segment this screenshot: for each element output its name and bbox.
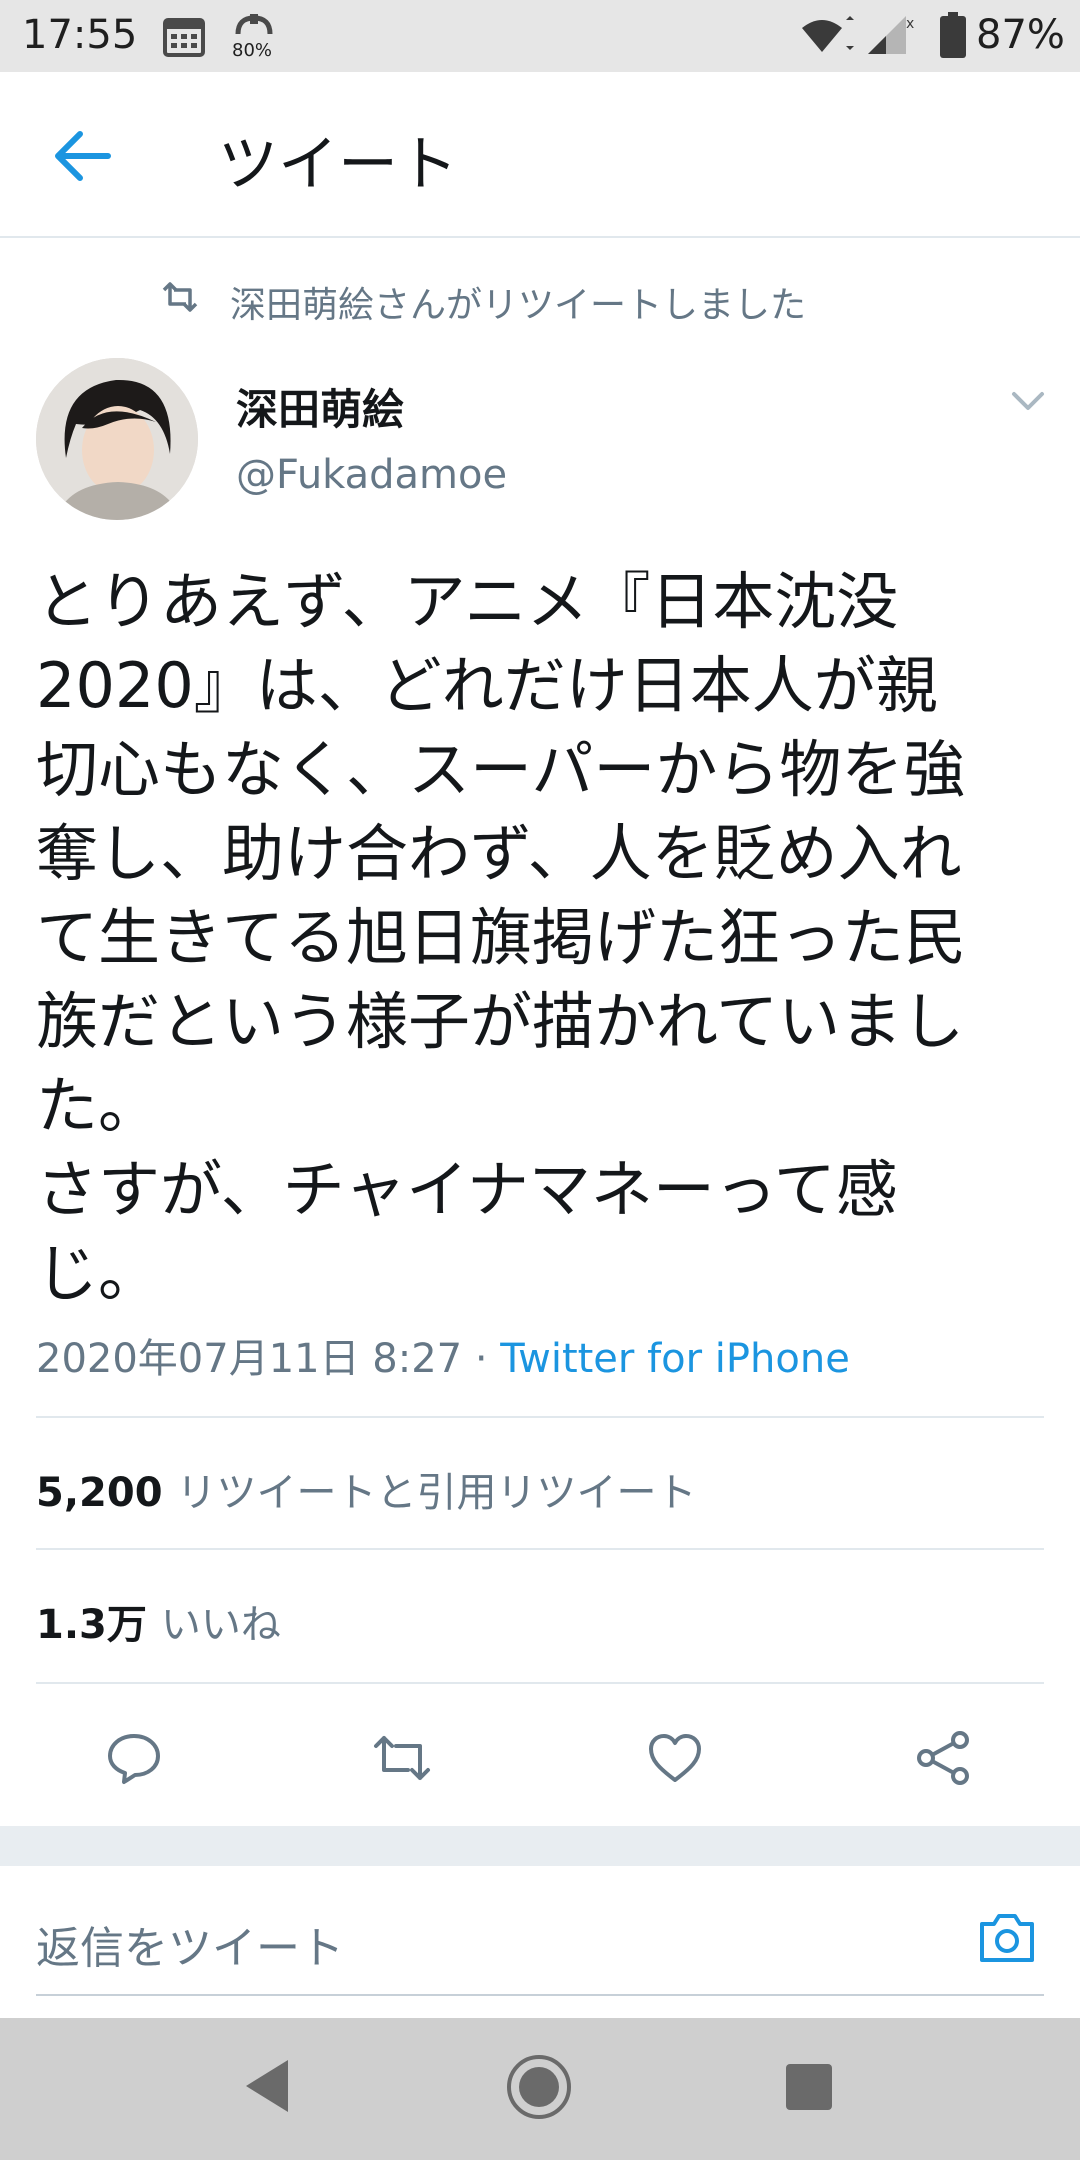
- nav-recents-icon[interactable]: [786, 2064, 832, 2110]
- tweet-text-line: て生きてる旭日旗掲げた狂った民: [36, 901, 967, 974]
- wifi-icon: [802, 16, 854, 52]
- reply-underline: [36, 1994, 1044, 1996]
- retweet-action-icon[interactable]: [372, 1728, 432, 1788]
- signal-icon: x: [868, 16, 914, 54]
- battery-percent: 87%: [976, 12, 1065, 58]
- tweet-actions: [0, 1700, 1080, 1810]
- retweets-label: リツイートと引用リツイート: [176, 1470, 697, 1516]
- tweet-text-line: た。: [36, 1069, 161, 1142]
- likes-stat[interactable]: 1.3万 いいね: [36, 1592, 281, 1650]
- user-handle[interactable]: @Fukadamoe: [236, 452, 507, 498]
- retweet-context-text: 深田萌絵さんがリツイートしました: [230, 285, 807, 326]
- app-bar: ツイート: [0, 72, 1080, 238]
- data-saver-icon: 80%: [232, 12, 276, 61]
- tweet-text: とりあえず、アニメ『日本沈没 2020』は、どれだけ日本人が親 切心もなく、スー…: [36, 560, 1046, 1316]
- tweet-text-line: とりあえず、アニメ『日本沈没: [36, 565, 899, 638]
- share-icon[interactable]: [914, 1728, 974, 1788]
- system-nav-bar: [0, 2018, 1080, 2160]
- calendar-icon: [163, 18, 205, 57]
- tweet-text-line: さすが、チャイナマネーって感: [36, 1153, 898, 1226]
- status-bar: 17:55 80% x 87%: [0, 0, 1080, 72]
- likes-label: いいね: [160, 1602, 281, 1648]
- divider: [36, 1416, 1044, 1418]
- svg-text:x: x: [906, 16, 914, 32]
- chevron-down-icon[interactable]: [1010, 388, 1046, 416]
- page-title: ツイート: [218, 130, 458, 200]
- back-arrow-icon[interactable]: [54, 130, 112, 182]
- tweet-source-link[interactable]: Twitter for iPhone: [500, 1336, 850, 1382]
- reply-icon[interactable]: [104, 1728, 164, 1788]
- likes-count: 1.3万: [36, 1602, 147, 1648]
- tweet-meta: 2020年07月11日 8:27 · Twitter for iPhone: [36, 1326, 850, 1384]
- battery-icon: [940, 12, 966, 58]
- divider: [36, 1682, 1044, 1684]
- tweet-text-line: 族だという様子が描かれていまし: [36, 985, 965, 1058]
- tweet-text-line: 2020』は、どれだけ日本人が親: [36, 649, 938, 722]
- camera-icon[interactable]: [976, 1908, 1038, 1968]
- tweet-text-line: 奪し、助け合わず、人を貶め入れ: [36, 817, 962, 890]
- display-name[interactable]: 深田萌絵: [236, 376, 404, 437]
- retweet-icon: [162, 282, 198, 312]
- tweet-timestamp: 2020年07月11日 8:27: [36, 1336, 463, 1382]
- like-icon[interactable]: [645, 1728, 705, 1788]
- section-gap: [0, 1826, 1080, 1866]
- nav-back-icon[interactable]: [242, 2058, 290, 2114]
- data-saver-percent: 80%: [232, 40, 273, 61]
- status-time: 17:55: [22, 12, 138, 58]
- retweets-stat[interactable]: 5,200 リツイートと引用リツイート: [36, 1460, 697, 1518]
- retweets-count: 5,200: [36, 1470, 163, 1516]
- meta-separator: ·: [474, 1336, 488, 1382]
- avatar[interactable]: [36, 358, 198, 520]
- nav-home-icon[interactable]: [506, 2054, 572, 2120]
- divider: [36, 1548, 1044, 1550]
- reply-composer[interactable]: 返信をツイート: [0, 1866, 1080, 1996]
- tweet-text-line: 切心もなく、スーパーから物を強: [36, 733, 966, 806]
- tweet-text-line: じ。: [36, 1237, 161, 1310]
- reply-input-placeholder[interactable]: 返信をツイート: [36, 1912, 344, 1976]
